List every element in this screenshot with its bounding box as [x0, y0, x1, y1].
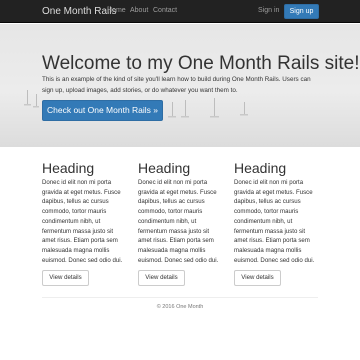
navbar: One Month Rails Home About Contact Sign …	[0, 0, 360, 23]
jumbotron-lead: This is an example of the kind of site y…	[42, 76, 311, 94]
sign-up-button[interactable]: Sign up	[284, 4, 319, 19]
footer-divider	[42, 297, 318, 298]
brand-link[interactable]: One Month Rails	[42, 6, 116, 17]
column-heading: Heading	[138, 160, 191, 176]
column-body: Donec id elit non mi porta gravida at eg…	[138, 179, 219, 264]
nav-link-home[interactable]: Home	[107, 7, 126, 14]
nav-link-about[interactable]: About	[130, 7, 148, 14]
column-heading: Heading	[42, 160, 95, 176]
page-title: Welcome to my One Month Rails site!	[42, 53, 360, 74]
footer-copyright: © 2016 One Month	[156, 304, 204, 310]
column-1: Heading Donec id elit non mi porta gravi…	[42, 160, 124, 287]
view-details-button[interactable]: View details	[234, 270, 281, 287]
column-body: Donec id elit non mi porta gravida at eg…	[42, 179, 123, 264]
sign-in-link[interactable]: Sign in	[258, 7, 279, 14]
jumbotron: Welcome to my One Month Rails site! This…	[0, 24, 360, 147]
column-3: Heading Donec id elit non mi porta gravi…	[234, 160, 316, 287]
check-out-button[interactable]: Check out One Month Rails »	[42, 100, 163, 121]
view-details-button[interactable]: View details	[138, 270, 185, 287]
column-2: Heading Donec id elit non mi porta gravi…	[138, 160, 220, 287]
nav-link-contact[interactable]: Contact	[153, 7, 177, 14]
view-details-button[interactable]: View details	[42, 270, 89, 287]
column-body: Donec id elit non mi porta gravida at eg…	[234, 179, 315, 264]
column-heading: Heading	[234, 160, 287, 176]
